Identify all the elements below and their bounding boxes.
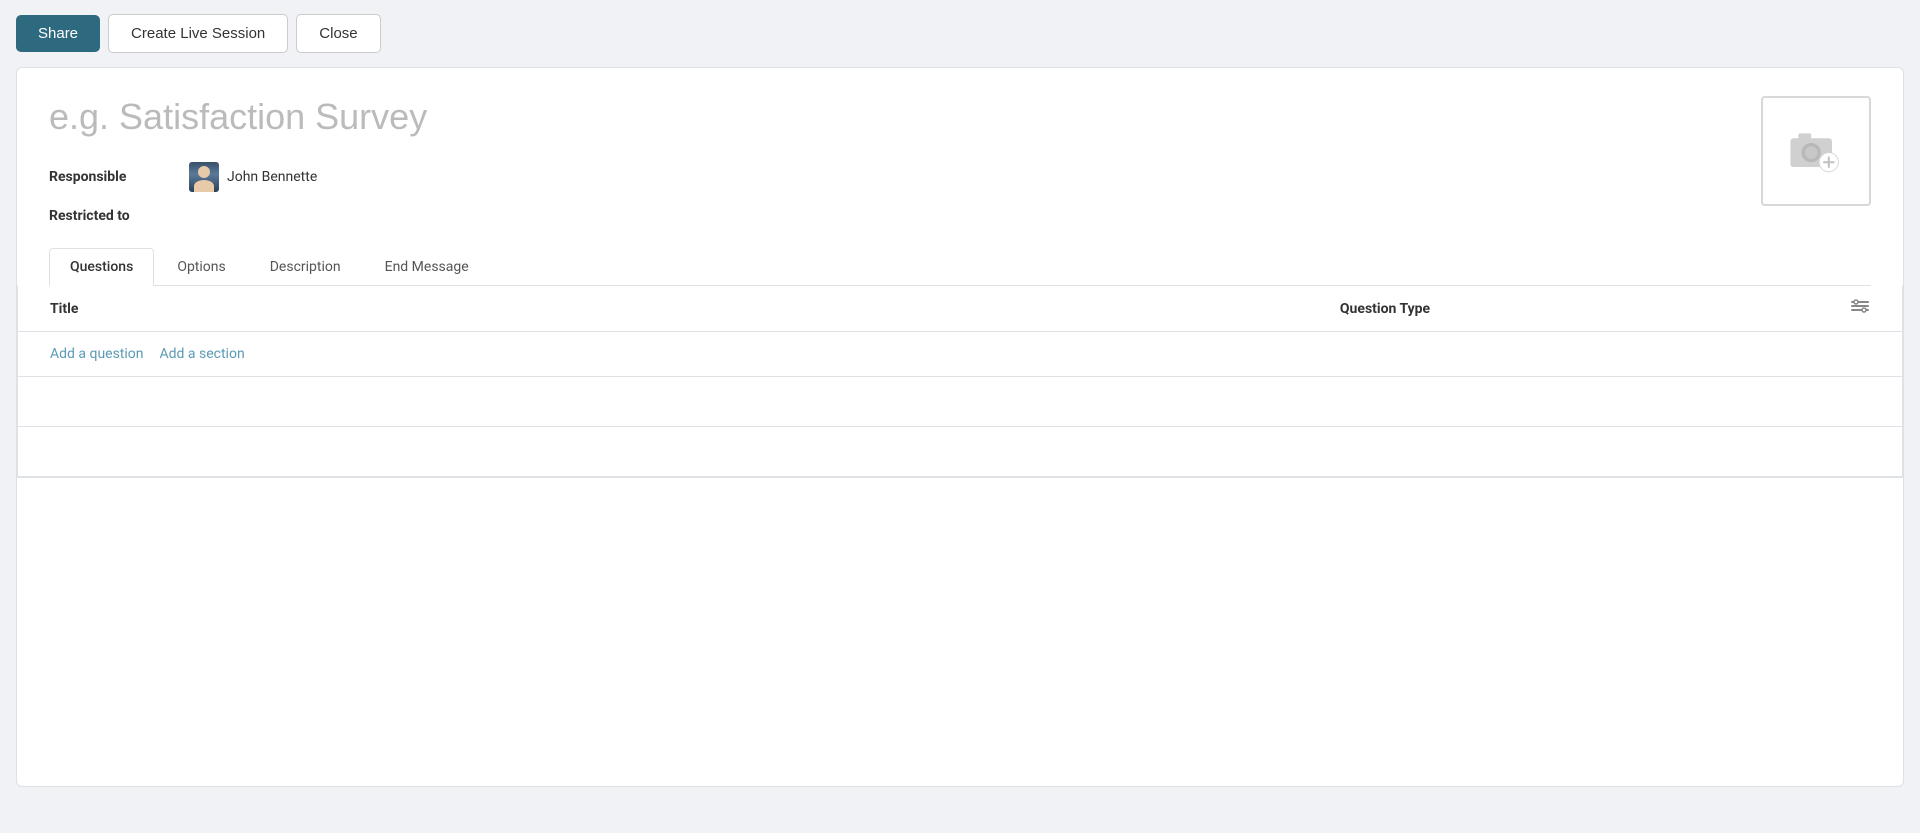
add-links: Add a question Add a section [50, 346, 1870, 362]
restricted-to-row: Restricted to [49, 208, 1871, 224]
add-links-row: Add a question Add a section [18, 332, 1902, 377]
tab-questions[interactable]: Questions [49, 248, 154, 286]
form-area: Responsible John Bennette Restricted to … [17, 68, 1903, 286]
responsible-person-name: John Bennette [227, 169, 317, 185]
tab-end-message[interactable]: End Message [364, 248, 490, 285]
add-section-link[interactable]: Add a section [160, 346, 245, 362]
restricted-to-label: Restricted to [49, 208, 189, 224]
responsible-label: Responsible [49, 169, 189, 185]
empty-row-2 [18, 427, 1902, 477]
col-question-type-header: Question Type [940, 301, 1830, 317]
toolbar: Share Create Live Session Close [0, 0, 1920, 67]
camera-placeholder[interactable] [1761, 96, 1871, 206]
responsible-value: John Bennette [189, 162, 317, 192]
responsible-row: Responsible John Bennette [49, 162, 1871, 192]
add-question-link[interactable]: Add a question [50, 346, 144, 362]
main-content-card: Responsible John Bennette Restricted to … [16, 67, 1904, 787]
col-title-header: Title [50, 301, 940, 317]
survey-title-input[interactable] [49, 96, 1711, 138]
tab-description[interactable]: Description [249, 248, 362, 285]
questions-section: Title Question Type Add a question A [17, 286, 1903, 478]
empty-row-1 [18, 377, 1902, 427]
share-button[interactable]: Share [16, 15, 100, 52]
tabs-list: Questions Options Description End Messag… [49, 248, 1871, 285]
tabs-container: Questions Options Description End Messag… [49, 248, 1871, 286]
tab-options[interactable]: Options [156, 248, 246, 285]
col-settings-header [1830, 296, 1870, 321]
avatar [189, 162, 219, 192]
column-settings-icon[interactable] [1850, 296, 1870, 321]
questions-table-header: Title Question Type [18, 286, 1902, 332]
create-live-session-button[interactable]: Create Live Session [108, 14, 288, 53]
camera-icon [1784, 119, 1848, 183]
close-button[interactable]: Close [296, 14, 380, 53]
